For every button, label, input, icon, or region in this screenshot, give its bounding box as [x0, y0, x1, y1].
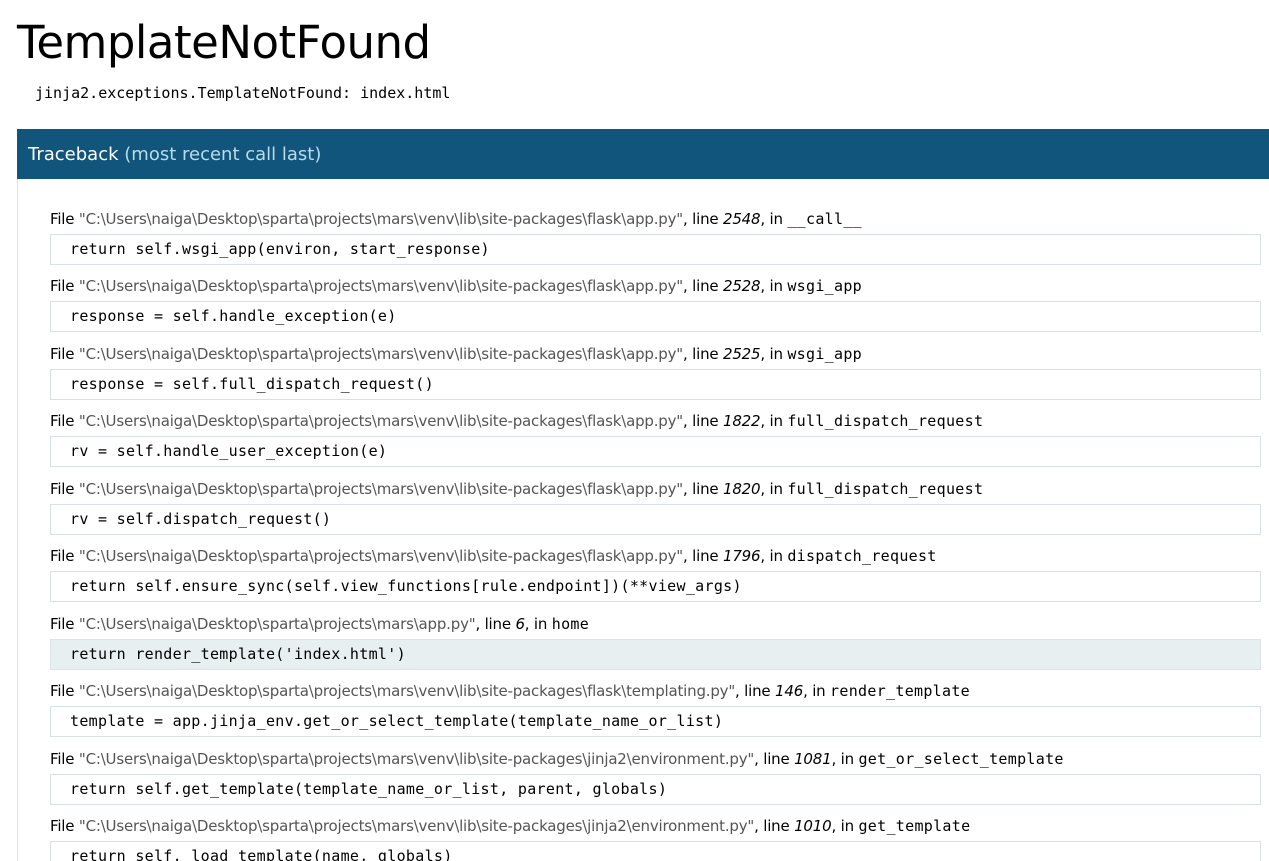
frame-function: home — [551, 615, 590, 633]
frame-in-label: , in — [760, 210, 788, 228]
frame-path: "C:\Users\naiga\Desktop\sparta\projects\… — [78, 547, 683, 565]
frame-line-label: , line — [683, 277, 723, 295]
frame-line-label: , line — [475, 615, 516, 633]
frame-path: "C:\Users\naiga\Desktop\sparta\projects\… — [78, 750, 755, 768]
traceback-body: File "C:\Users\naiga\Desktop\sparta\proj… — [17, 179, 1269, 861]
frame-line-number: 1822 — [722, 412, 761, 430]
frame-file-prefix: File — [50, 480, 79, 498]
traceback-frame: File "C:\Users\naiga\Desktop\sparta\proj… — [50, 749, 1261, 805]
frame-path: "C:\Users\naiga\Desktop\sparta\projects\… — [78, 210, 683, 228]
frame-source-line[interactable]: return self._load_template(name, globals… — [50, 841, 1261, 861]
traceback-frame: File "C:\Users\naiga\Desktop\sparta\proj… — [50, 209, 1261, 265]
frame-function: dispatch_request — [787, 547, 937, 565]
frame-line-number: 2528 — [722, 277, 761, 295]
frame-file-prefix: File — [50, 345, 79, 363]
frame-source-line[interactable]: return self.get_template(template_name_o… — [50, 774, 1261, 805]
traceback-frame: File "C:\Users\naiga\Desktop\sparta\proj… — [50, 276, 1261, 332]
frame-file-line: File "C:\Users\naiga\Desktop\sparta\proj… — [50, 411, 1261, 431]
frame-in-label: , in — [831, 817, 859, 835]
frame-in-label: , in — [831, 750, 859, 768]
frame-file-prefix: File — [50, 817, 79, 835]
frame-file-prefix: File — [50, 277, 79, 295]
frame-file-prefix: File — [50, 750, 79, 768]
frame-function: get_or_select_template — [858, 750, 1064, 768]
frame-line-number: 1081 — [794, 750, 832, 768]
frame-source-line[interactable]: return self.ensure_sync(self.view_functi… — [50, 571, 1261, 602]
frame-function: __call__ — [787, 210, 862, 228]
frame-line-number: 1820 — [722, 480, 761, 498]
frame-source-line[interactable]: response = self.full_dispatch_request() — [50, 369, 1261, 400]
frame-in-label: , in — [524, 615, 552, 633]
error-message: jinja2.exceptions.TemplateNotFound: inde… — [35, 84, 451, 102]
debugger-page: TemplateNotFound jinja2.exceptions.Templ… — [0, 0, 1269, 861]
frame-in-label: , in — [760, 547, 788, 565]
frame-line-label: , line — [683, 210, 723, 228]
frame-file-line: File "C:\Users\naiga\Desktop\sparta\proj… — [50, 816, 1261, 836]
traceback-subheading: (most recent call last) — [124, 144, 322, 165]
frame-source-line[interactable]: rv = self.dispatch_request() — [50, 504, 1261, 535]
frame-file-prefix: File — [50, 547, 79, 565]
frame-line-number: 1010 — [794, 817, 832, 835]
frame-file-prefix: File — [50, 682, 79, 700]
traceback-frame: File "C:\Users\naiga\Desktop\sparta\proj… — [50, 816, 1261, 861]
frame-in-label: , in — [760, 412, 788, 430]
frame-file-prefix: File — [50, 210, 79, 228]
frame-line-label: , line — [683, 412, 723, 430]
frame-line-label: , line — [683, 547, 723, 565]
frame-function: get_template — [858, 817, 971, 835]
frame-line-label: , line — [735, 682, 776, 700]
frame-source-line[interactable]: rv = self.handle_user_exception(e) — [50, 436, 1261, 467]
frame-in-label: , in — [760, 345, 788, 363]
frame-path: "C:\Users\naiga\Desktop\sparta\projects\… — [78, 817, 755, 835]
frame-file-line: File "C:\Users\naiga\Desktop\sparta\proj… — [50, 749, 1261, 769]
page-title: TemplateNotFound — [17, 16, 431, 69]
frame-in-label: , in — [760, 277, 788, 295]
frame-source-line-current[interactable]: return render_template('index.html') — [50, 639, 1261, 670]
frame-file-line: File "C:\Users\naiga\Desktop\sparta\proj… — [50, 209, 1261, 229]
frame-file-line: File "C:\Users\naiga\Desktop\sparta\proj… — [50, 681, 1261, 701]
frame-line-number: 146 — [775, 682, 804, 700]
frame-function: full_dispatch_request — [787, 412, 984, 430]
frame-line-label: , line — [683, 480, 723, 498]
frame-file-prefix: File — [50, 615, 79, 633]
frame-path: "C:\Users\naiga\Desktop\sparta\projects\… — [78, 345, 683, 363]
frame-source-line[interactable]: response = self.handle_exception(e) — [50, 301, 1261, 332]
frame-path: "C:\Users\naiga\Desktop\sparta\projects\… — [78, 277, 683, 295]
frame-path: "C:\Users\naiga\Desktop\sparta\projects\… — [78, 615, 476, 633]
traceback-frame: File "C:\Users\naiga\Desktop\sparta\proj… — [50, 681, 1261, 737]
traceback-frame: File "C:\Users\naiga\Desktop\sparta\proj… — [50, 614, 1261, 670]
frame-function: full_dispatch_request — [787, 480, 984, 498]
frame-file-prefix: File — [50, 412, 79, 430]
frame-line-number: 2548 — [722, 210, 761, 228]
frame-line-label: , line — [754, 750, 795, 768]
frame-line-label: , line — [683, 345, 723, 363]
traceback-heading: Traceback — [28, 144, 119, 165]
traceback-frame: File "C:\Users\naiga\Desktop\sparta\proj… — [50, 479, 1261, 535]
traceback-header: Traceback (most recent call last) — [17, 129, 1269, 179]
frame-path: "C:\Users\naiga\Desktop\sparta\projects\… — [78, 480, 683, 498]
frame-in-label: , in — [803, 682, 831, 700]
frame-in-label: , in — [760, 480, 788, 498]
frame-source-line[interactable]: template = app.jinja_env.get_or_select_t… — [50, 706, 1261, 737]
frame-file-line: File "C:\Users\naiga\Desktop\sparta\proj… — [50, 614, 1261, 634]
frame-line-number: 2525 — [722, 345, 761, 363]
frame-line-number: 1796 — [722, 547, 761, 565]
frame-file-line: File "C:\Users\naiga\Desktop\sparta\proj… — [50, 546, 1261, 566]
frame-function: wsgi_app — [787, 345, 862, 363]
frame-path: "C:\Users\naiga\Desktop\sparta\projects\… — [78, 412, 683, 430]
frame-function: wsgi_app — [787, 277, 862, 295]
frame-line-number: 6 — [515, 615, 525, 633]
frame-file-line: File "C:\Users\naiga\Desktop\sparta\proj… — [50, 479, 1261, 499]
frame-file-line: File "C:\Users\naiga\Desktop\sparta\proj… — [50, 276, 1261, 296]
frame-file-line: File "C:\Users\naiga\Desktop\sparta\proj… — [50, 344, 1261, 364]
frame-line-label: , line — [754, 817, 795, 835]
frame-function: render_template — [830, 682, 971, 700]
traceback-frame: File "C:\Users\naiga\Desktop\sparta\proj… — [50, 411, 1261, 467]
traceback-frame: File "C:\Users\naiga\Desktop\sparta\proj… — [50, 546, 1261, 602]
frame-path: "C:\Users\naiga\Desktop\sparta\projects\… — [78, 682, 736, 700]
traceback-frame: File "C:\Users\naiga\Desktop\sparta\proj… — [50, 344, 1261, 400]
frame-source-line[interactable]: return self.wsgi_app(environ, start_resp… — [50, 234, 1261, 265]
